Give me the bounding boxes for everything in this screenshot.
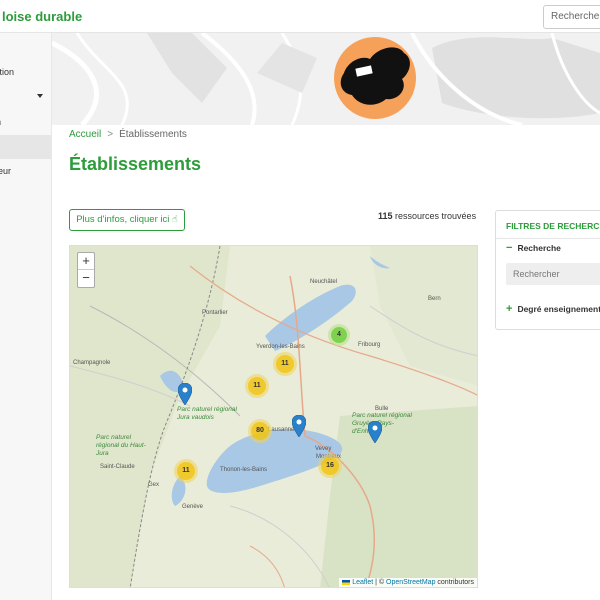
header-banner xyxy=(52,33,600,125)
chevron-down-icon[interactable] xyxy=(37,94,43,98)
zoom-out-button[interactable]: − xyxy=(78,270,94,287)
place-label: Thonon-les-Bains xyxy=(220,467,268,473)
map-marker[interactable] xyxy=(292,415,306,437)
map-tiles xyxy=(70,246,477,587)
map-cluster-count: 11 xyxy=(177,462,195,480)
sidebar-item-education[interactable]: ducation xyxy=(0,67,14,77)
breadcrumb-separator: > xyxy=(107,129,114,140)
park-label: Parc naturel régional du Haut-Jura xyxy=(96,434,146,457)
map-marker[interactable] xyxy=(368,421,382,443)
result-count: 115 ressources trouvées xyxy=(378,211,476,221)
zoom-in-button[interactable]: + xyxy=(78,253,94,270)
filter-section-search-label: Recherche xyxy=(517,243,561,253)
map-cluster-count: 4 xyxy=(331,327,347,343)
map-cluster[interactable]: 11 xyxy=(273,352,297,376)
site-brand[interactable]: loise durable xyxy=(2,9,82,24)
more-info-button[interactable]: Plus d'infos, cliquer ici ☝ xyxy=(69,209,185,231)
park-label: Parc naturel régional Jura vaudois xyxy=(177,406,237,421)
map-cluster[interactable]: 11 xyxy=(245,374,269,398)
map-cluster[interactable]: 80 xyxy=(248,419,272,443)
filter-section-search[interactable]: − Recherche xyxy=(506,242,561,254)
place-label: Pontarlier xyxy=(202,310,228,316)
pointer-hand-icon: ☝ xyxy=(172,214,178,225)
breadcrumb-home-link[interactable]: Accueil xyxy=(69,129,101,140)
top-bar: loise durable Recherche xyxy=(0,0,600,33)
divider xyxy=(496,238,600,239)
place-label: Genève xyxy=(182,504,204,510)
place-label: Fribourg xyxy=(358,342,381,348)
sidebar-item-2[interactable]: n xyxy=(0,117,1,127)
place-label: Champagnole xyxy=(73,360,111,366)
map-cluster-count: 80 xyxy=(251,422,269,440)
attribution-divider: | © xyxy=(373,579,387,586)
attribution-suffix: contributors xyxy=(435,579,474,586)
filters-title: FILTRES DE RECHERCHE xyxy=(506,221,600,231)
result-count-number: 115 xyxy=(378,211,393,221)
map-cluster[interactable]: 11 xyxy=(174,459,198,483)
map-cluster-count: 11 xyxy=(248,377,266,395)
breadcrumb-current: Établissements xyxy=(119,129,187,140)
sidebar-item-exterieur[interactable]: érieur xyxy=(0,166,11,176)
map-attribution: Leaflet | © OpenStreetMap contributors xyxy=(339,578,477,587)
header-search-input[interactable]: Recherche xyxy=(543,5,600,29)
leaflet-link[interactable]: Leaflet xyxy=(352,579,373,586)
map-cluster-count: 16 xyxy=(321,457,339,475)
sidebar: ducation n érieur xyxy=(0,33,52,600)
filter-search-input[interactable]: Rechercher xyxy=(506,263,600,285)
place-label: Gex xyxy=(148,482,160,488)
search-filters-panel: FILTRES DE RECHERCHE −Recherche Recherch… xyxy=(495,210,600,330)
banner-map-illustration xyxy=(52,33,600,125)
park-label: Parc naturel régional Gruyère Pays-d'Enh… xyxy=(352,412,412,435)
map-cluster[interactable]: 4 xyxy=(328,324,350,346)
filter-section-degree[interactable]: + Degré enseignement xyxy=(506,303,600,315)
result-count-suffix: ressources trouvées xyxy=(392,211,477,221)
place-label: Saint-Claude xyxy=(100,464,135,470)
plus-icon: + xyxy=(506,303,513,315)
minus-icon: − xyxy=(506,242,513,254)
ukraine-flag-icon xyxy=(342,579,351,585)
filter-section-degree-label: Degré enseignement xyxy=(517,304,600,314)
place-label: Bern xyxy=(428,296,441,302)
map-view[interactable]: Pontarlier Champagnole Neuchâtel Fribour… xyxy=(69,245,478,588)
breadcrumb: Accueil > Établissements xyxy=(69,129,187,140)
zoom-control: + − xyxy=(77,252,95,288)
map-marker[interactable] xyxy=(178,383,192,405)
place-label: Vevey xyxy=(315,446,332,452)
osm-link[interactable]: OpenStreetMap xyxy=(386,579,435,586)
map-cluster[interactable]: 16 xyxy=(318,454,342,478)
place-label: Yverdon-les-Bains xyxy=(256,344,305,350)
sidebar-item-active[interactable] xyxy=(0,135,51,159)
map-cluster-count: 11 xyxy=(276,355,294,373)
place-label: Neuchâtel xyxy=(310,279,338,285)
more-info-label: Plus d'infos, cliquer ici xyxy=(76,214,170,225)
page-title: Établissements xyxy=(69,154,202,174)
